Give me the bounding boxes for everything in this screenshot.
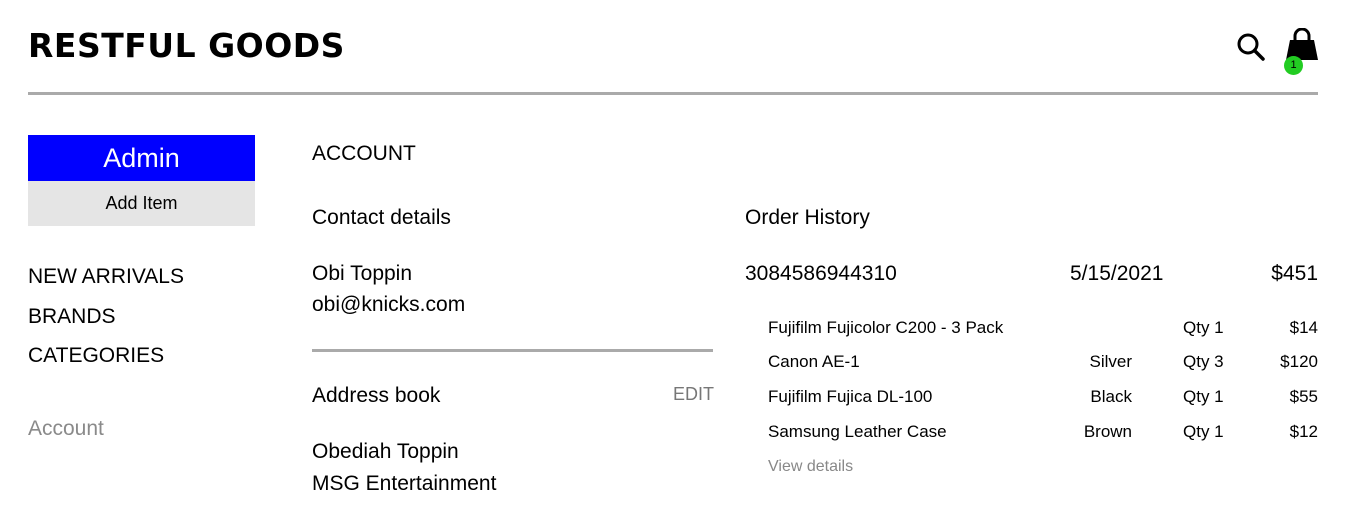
- order-item-qty: Qty 3: [1183, 352, 1224, 371]
- page: RESTFUL GOODS 1 Admin Add Item NEW ARRIV…: [0, 0, 1348, 505]
- order-date: 5/15/2021: [1070, 262, 1164, 285]
- edit-address-link[interactable]: EDIT: [673, 384, 714, 405]
- order-item-variant: Brown: [1083, 422, 1132, 441]
- cart-count-badge: 1: [1284, 56, 1303, 75]
- order-number: 3084586944310: [745, 262, 897, 285]
- admin-button[interactable]: Admin: [28, 135, 255, 181]
- order-item-name: Samsung Leather Case: [768, 422, 947, 441]
- order-item-price: $55: [1289, 387, 1318, 406]
- order-item-qty: Qty 1: [1183, 387, 1224, 406]
- view-details-link[interactable]: View details: [768, 458, 853, 476]
- order-history-heading: Order History: [745, 206, 870, 229]
- brand-logo[interactable]: RESTFUL GOODS: [28, 26, 345, 65]
- nav-brands[interactable]: BRANDS: [28, 305, 116, 329]
- contact-details-heading: Contact details: [312, 206, 451, 229]
- order-item-qty: Qty 1: [1183, 318, 1224, 337]
- order-item-qty: Qty 1: [1183, 422, 1224, 441]
- order-item-name: Canon AE-1: [768, 352, 860, 371]
- order-item-variant: Black: [1090, 387, 1132, 406]
- address-book-heading: Address book: [312, 384, 441, 407]
- divider: [312, 349, 713, 352]
- add-item-button[interactable]: Add Item: [28, 181, 255, 226]
- order-item-price: $12: [1289, 422, 1318, 441]
- contact-email: obi@knicks.com: [312, 293, 466, 316]
- address-name: Obediah Toppin: [312, 440, 459, 463]
- search-icon[interactable]: [1236, 32, 1266, 62]
- header: RESTFUL GOODS 1: [28, 0, 1318, 95]
- order-item-name: Fujifilm Fujicolor C200 - 3 Pack: [768, 318, 1004, 337]
- order-item-price: $120: [1280, 352, 1318, 371]
- address-company: MSG Entertainment: [312, 472, 497, 495]
- nav-account[interactable]: Account: [28, 417, 104, 441]
- page-title: ACCOUNT: [312, 142, 416, 165]
- order-total: $451: [1271, 262, 1318, 285]
- nav-categories[interactable]: CATEGORIES: [28, 344, 164, 368]
- nav-new-arrivals[interactable]: NEW ARRIVALS: [28, 265, 184, 289]
- order-item-variant: Silver: [1089, 352, 1132, 371]
- order-item-name: Fujifilm Fujica DL-100: [768, 387, 933, 406]
- contact-name: Obi Toppin: [312, 262, 413, 285]
- order-item-price: $14: [1289, 318, 1318, 337]
